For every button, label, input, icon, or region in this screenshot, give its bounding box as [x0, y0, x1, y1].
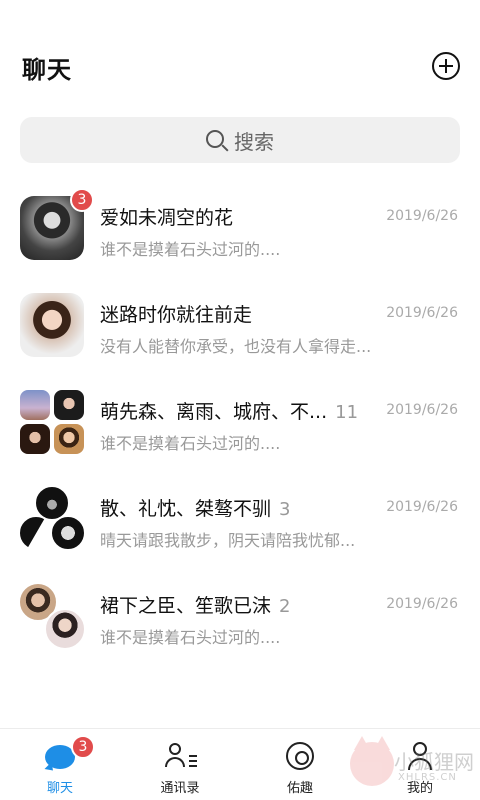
tab-label: 通讯录 [160, 781, 200, 796]
chat-preview: 没有人能替你承受，也没有人拿得走... [100, 337, 372, 356]
tab-contacts[interactable]: 通讯录 [132, 729, 228, 800]
member-count: 11 [335, 402, 359, 423]
header: 聊天 [0, 0, 480, 110]
group-avatar [18, 485, 86, 551]
chat-date: 2019/6/26 [386, 305, 458, 321]
tab-label: 聊天 [46, 781, 73, 796]
tab-chat[interactable]: 3 聊天 [12, 729, 108, 800]
avatar-image [54, 424, 84, 454]
chat-row[interactable]: 迷路时你就往前走 2019/6/26 没有人能替你承受，也没有人拿得走... [0, 277, 480, 374]
chat-row[interactable]: 散、礼忱、桀骜不驯 3 2019/6/26 晴天请跟我散步，阴天请陪我忧郁... [0, 471, 480, 568]
tab-badge: 3 [71, 735, 95, 759]
search-placeholder: 搜索 [234, 129, 274, 154]
chat-preview: 谁不是摸着石头过河的.... [100, 628, 281, 647]
chat-date: 2019/6/26 [386, 208, 458, 224]
avatar-image [20, 293, 84, 357]
avatar [20, 293, 84, 357]
bottom-tab-bar: 3 聊天 通讯录 佑趣 我的 [0, 728, 480, 800]
chat-name: 散、礼忱、桀骜不驯 [100, 498, 272, 520]
chat-row[interactable]: 裙下之臣、笙歌已沫 2 2019/6/26 谁不是摸着石头过河的.... [0, 568, 480, 665]
search-icon [206, 130, 224, 148]
unread-badge: 3 [70, 188, 94, 212]
tab-label: 我的 [406, 781, 433, 796]
chat-date: 2019/6/26 [386, 499, 458, 515]
chat-name: 萌先森、离雨、城府、不... [100, 401, 328, 423]
plus-circle-icon[interactable] [432, 52, 460, 80]
chat-name: 裙下之臣、笙歌已沫 [100, 595, 272, 617]
page-title: 聊天 [22, 56, 72, 84]
avatar-image [18, 515, 54, 551]
chat-row[interactable]: 3 爱如未凋空的花 2019/6/26 谁不是摸着石头过河的.... [0, 180, 480, 277]
chat-preview: 谁不是摸着石头过河的.... [100, 240, 281, 259]
avatar-image [20, 390, 50, 420]
chat-date: 2019/6/26 [386, 596, 458, 612]
group-avatar [20, 390, 84, 454]
chat-preview: 晴天请跟我散步，阴天请陪我忧郁... [100, 531, 356, 550]
contacts-icon [165, 743, 197, 771]
avatar-image [20, 424, 50, 454]
chat-row[interactable]: 萌先森、离雨、城府、不... 11 2019/6/26 谁不是摸着石头过河的..… [0, 374, 480, 471]
group-avatar [18, 582, 86, 650]
tab-profile[interactable]: 我的 [372, 729, 468, 800]
member-count: 3 [279, 499, 291, 520]
avatar-image [44, 608, 86, 650]
avatar: 3 [20, 188, 94, 260]
member-count: 2 [279, 596, 291, 617]
avatar-image [54, 390, 84, 420]
chat-date: 2019/6/26 [386, 402, 458, 418]
tab-label: 佑趣 [286, 781, 313, 796]
chat-list: 3 爱如未凋空的花 2019/6/26 谁不是摸着石头过河的.... 迷路时你就… [0, 180, 480, 665]
profile-icon [408, 742, 432, 770]
explore-icon [286, 742, 314, 770]
tab-explore[interactable]: 佑趣 [252, 729, 348, 800]
chat-name: 爱如未凋空的花 [100, 207, 234, 229]
chat-name: 迷路时你就往前走 [100, 304, 253, 326]
avatar-image [50, 515, 86, 551]
search-input[interactable]: 搜索 [20, 117, 460, 163]
chat-preview: 谁不是摸着石头过河的.... [100, 434, 281, 453]
